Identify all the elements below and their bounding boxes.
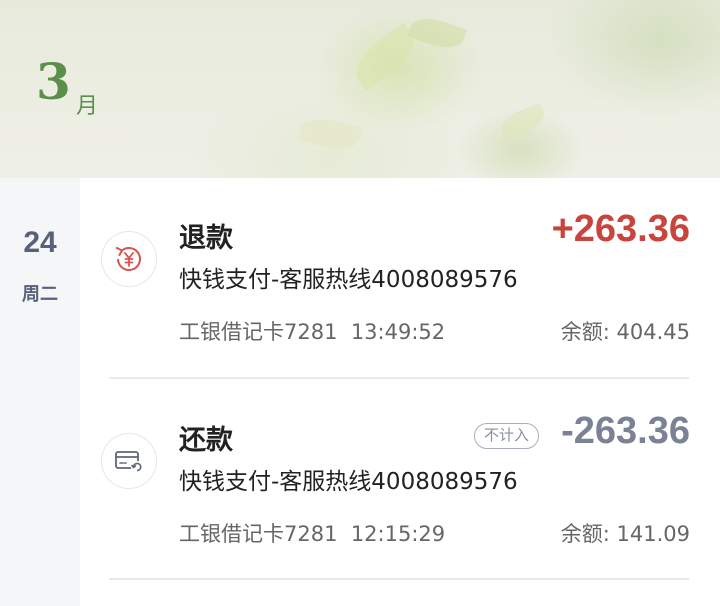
- month-number: 3: [36, 52, 71, 111]
- leaf-decoration: [407, 11, 467, 55]
- transaction-time: 13:49:52: [350, 320, 446, 344]
- weekday-label: 周二: [22, 284, 58, 305]
- transaction-title: 还款: [179, 425, 233, 456]
- card-name: 工银借记卡7281: [179, 320, 338, 344]
- transaction-amount: +263.36: [551, 208, 690, 250]
- refund-yuan-icon: [101, 231, 157, 287]
- transaction-description: 快钱支付-客服热线4008089576: [179, 267, 518, 293]
- transaction-card-time: 工银借记卡7281 13:49:52: [179, 316, 445, 346]
- transaction-time: 12:15:29: [350, 522, 446, 546]
- leaf-decoration: [497, 102, 549, 140]
- transaction-card-time: 工银借记卡7281 12:15:29: [179, 518, 445, 548]
- month-unit: 月: [76, 94, 99, 119]
- not-counted-badge: 不计入: [473, 423, 539, 449]
- transaction-row[interactable]: 还款 不计入 -263.36 快钱支付-客服热线4008089576 工银借记卡…: [80, 380, 720, 580]
- transaction-amount: -263.36: [561, 410, 690, 452]
- transaction-row[interactable]: 退款 +263.36 快钱支付-客服热线4008089576 工银借记卡7281…: [80, 178, 720, 378]
- card-repayment-icon: [101, 433, 157, 489]
- balance-after: 余额: 141.09: [560, 522, 690, 546]
- day-number: 24: [23, 226, 57, 259]
- transaction-description: 快钱支付-客服热线4008089576: [179, 469, 518, 495]
- row-divider: [109, 377, 689, 379]
- card-name: 工银借记卡7281: [179, 522, 338, 546]
- leaf-decoration: [297, 112, 363, 156]
- row-divider: [109, 578, 689, 580]
- balance-after: 余额: 404.45: [560, 320, 690, 344]
- month-header-banner: 3 月: [0, 0, 720, 178]
- transaction-title: 退款: [179, 223, 233, 254]
